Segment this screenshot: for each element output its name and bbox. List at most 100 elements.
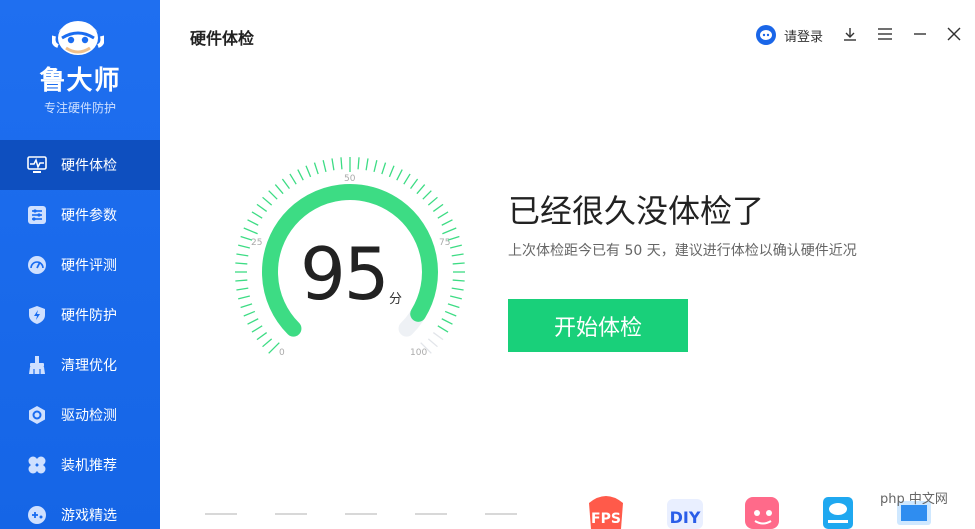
sidebar-item-label: 游戏精选 xyxy=(61,508,117,524)
divider xyxy=(205,513,237,515)
tick-label-50: 50 xyxy=(344,174,356,184)
gauge-tick xyxy=(432,332,444,341)
gauge-tick xyxy=(410,178,419,190)
game-app-tool-button[interactable] xyxy=(743,493,783,529)
gauge-tick xyxy=(238,295,251,300)
minimize-button[interactable] xyxy=(910,24,930,44)
sliders-icon xyxy=(26,204,48,226)
speedometer-icon xyxy=(26,254,48,276)
gauge-tick xyxy=(388,165,395,178)
sidebar-item-cleanup[interactable]: 清理优化 xyxy=(0,340,160,390)
sidebar-item-hardware-benchmark[interactable]: 硬件评测 xyxy=(0,240,160,290)
gauge-tick xyxy=(357,157,360,170)
gauge-tick xyxy=(243,310,256,317)
check-detail: 上次体检距今已有 50 天，建议进行体检以确认硬件近况 xyxy=(508,243,857,259)
brand-tagline: 专注硬件防护 xyxy=(43,101,116,115)
gauge-tick xyxy=(442,227,457,235)
sidebar-item-label: 清理优化 xyxy=(61,358,117,374)
game-app-icon xyxy=(745,497,779,529)
gauge-tick xyxy=(236,253,249,257)
sidebar-item-label: 硬件体检 xyxy=(61,158,117,174)
gauge-tick xyxy=(236,287,249,291)
gauge-tick xyxy=(256,332,268,341)
close-icon xyxy=(947,27,961,41)
menu-button[interactable] xyxy=(875,24,895,44)
sidebar-item-label: 装机推荐 xyxy=(61,458,117,474)
gauge-tick xyxy=(238,244,251,249)
gauge-tick xyxy=(449,295,462,300)
download-button[interactable] xyxy=(840,24,860,44)
gauge-tick xyxy=(437,325,449,333)
gauge-tick xyxy=(240,303,253,309)
logo: 鲁大师 专注硬件防护 xyxy=(0,0,160,130)
gamepad-icon xyxy=(26,504,48,526)
gauge-tick xyxy=(235,262,248,265)
divider xyxy=(415,513,447,515)
gauge-tick xyxy=(251,325,263,333)
divider xyxy=(275,513,307,515)
divider xyxy=(345,513,377,515)
gauge-tick xyxy=(268,342,280,354)
gauge-tick xyxy=(432,203,444,212)
gauge-tick xyxy=(331,158,335,171)
gauge-tick xyxy=(441,219,453,226)
gauge-tick xyxy=(452,279,465,282)
gauge-tick xyxy=(444,310,457,317)
gauge-tick xyxy=(451,287,464,291)
gauge-tick xyxy=(447,303,460,309)
gauge-tick xyxy=(373,160,378,173)
gauge-tick xyxy=(256,203,268,212)
start-check-button[interactable]: 开始体检 xyxy=(508,299,688,352)
user-avatar-icon xyxy=(756,25,776,45)
svg-text:DIY: DIY xyxy=(670,508,701,527)
gauge-tick xyxy=(247,219,259,226)
sidebar-item-hardware-params[interactable]: 硬件参数 xyxy=(0,190,160,240)
gauge-tick xyxy=(437,211,449,219)
sidebar-nav: 硬件体检 硬件参数 硬件评测 硬件防护 清理优化 驱动检测 装机推荐 游戏精选 xyxy=(0,140,160,529)
gauge-tick xyxy=(289,173,297,185)
gauge-tick xyxy=(381,162,387,175)
hexagon-gear-icon xyxy=(26,404,48,426)
gauge-tick xyxy=(396,169,403,181)
check-headline: 已经很久没体检了 xyxy=(508,192,765,230)
watermark: php 中文网 xyxy=(880,492,948,507)
gauge-tick xyxy=(451,253,464,257)
menu-icon xyxy=(878,28,892,40)
drive-tool-button[interactable] xyxy=(820,493,860,529)
divider xyxy=(485,513,517,515)
gauge-tick xyxy=(235,279,248,282)
sidebar-item-label: 驱动检测 xyxy=(61,408,117,424)
gauge-tick xyxy=(416,184,426,195)
gauge-tick xyxy=(297,169,304,181)
gauge-tick xyxy=(427,338,438,348)
diy-icon: DIY xyxy=(667,499,703,529)
tick-label-0: 0 xyxy=(279,348,285,358)
gauge-tick xyxy=(281,178,290,190)
shield-bolt-icon xyxy=(26,304,48,326)
health-score: 95 xyxy=(300,232,390,316)
gauge-tick xyxy=(274,184,284,195)
sidebar-item-build-recommend[interactable]: 装机推荐 xyxy=(0,440,160,490)
score-unit: 分 xyxy=(389,292,403,307)
login-button[interactable]: 请登录 xyxy=(756,25,823,45)
diy-tool-button[interactable]: DIY xyxy=(665,493,705,529)
page-title: 硬件体检 xyxy=(190,29,255,48)
tick-label-100: 100 xyxy=(410,348,427,358)
brand-name: 鲁大师 xyxy=(39,66,121,96)
gauge-tick xyxy=(305,165,312,178)
mascot-logo-icon xyxy=(52,21,104,55)
sidebar-item-label: 硬件防护 xyxy=(61,308,117,324)
close-button[interactable] xyxy=(944,24,964,44)
sidebar-item-driver[interactable]: 驱动检测 xyxy=(0,390,160,440)
login-label: 请登录 xyxy=(784,29,824,45)
sidebar-item-games[interactable]: 游戏精选 xyxy=(0,490,160,529)
gauge-tick xyxy=(247,318,259,325)
drive-icon xyxy=(823,497,853,529)
gauge-tick xyxy=(262,338,273,348)
fps-tool-button[interactable]: FPS xyxy=(585,493,625,529)
sidebar-item-hardware-check[interactable]: 硬件体检 xyxy=(0,140,160,190)
sidebar-item-hardware-protect[interactable]: 硬件防护 xyxy=(0,290,160,340)
fps-icon: FPS xyxy=(589,496,623,529)
tick-label-75: 75 xyxy=(439,238,450,248)
gauge-tick xyxy=(262,196,273,206)
